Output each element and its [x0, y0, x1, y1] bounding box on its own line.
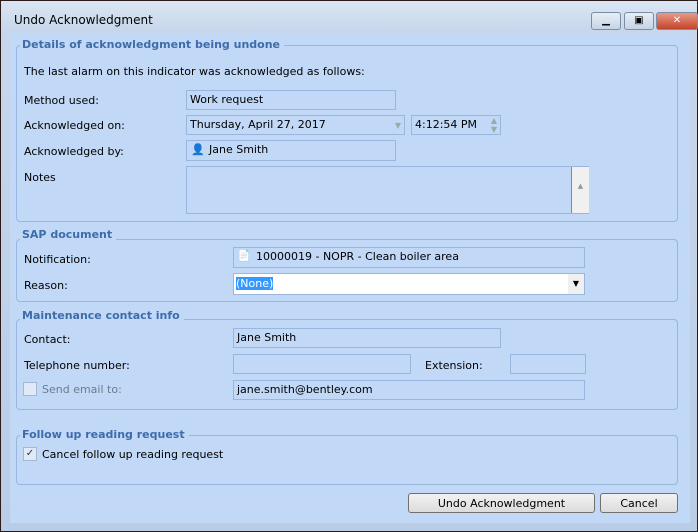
notification-label: Notification: [24, 253, 91, 266]
dialog-body: Details of acknowledgment being undone T… [10, 33, 690, 523]
extension-label: Extension: [425, 359, 483, 372]
intro-text: The last alarm on this indicator was ack… [24, 65, 365, 78]
ack-by-field: 👤 Jane Smith [186, 140, 396, 161]
followup-legend: Follow up reading request [20, 428, 189, 441]
phone-label: Telephone number: [24, 359, 130, 372]
chevron-down-icon[interactable]: ▼ [395, 121, 401, 130]
minimize-icon[interactable]: ▁ [591, 12, 621, 30]
reason-select[interactable]: (None) ▼ [233, 273, 585, 295]
cancel-followup-checkbox[interactable]: ✓ [23, 447, 37, 461]
notification-value: 10000019 - NOPR - Clean boiler area [256, 250, 459, 263]
send-email-checkbox[interactable] [23, 382, 37, 396]
user-icon: 👤 [191, 143, 205, 156]
method-label: Method used: [24, 94, 99, 107]
notes-label: Notes [24, 171, 56, 184]
cancel-followup-label: Cancel follow up reading request [42, 448, 224, 461]
sap-legend: SAP document [20, 228, 117, 241]
notes-textarea[interactable] [186, 166, 589, 214]
time-value: 4:12:54 PM [415, 118, 478, 131]
document-icon: 📄 [237, 249, 251, 262]
extension-field[interactable] [510, 354, 586, 374]
notes-scrollbar[interactable]: ▲ [571, 167, 589, 213]
spin-icon[interactable]: ▲ ▼ [491, 116, 497, 134]
reason-value: (None) [236, 277, 274, 290]
method-field: Work request [186, 90, 396, 110]
contact-label: Contact: [24, 333, 71, 346]
close-icon[interactable]: ✕ [656, 12, 698, 30]
date-value: Thursday, April 27, 2017 [190, 118, 326, 131]
phone-field[interactable] [233, 354, 411, 374]
contact-legend: Maintenance contact info [20, 309, 184, 322]
send-email-label: Send email to: [42, 383, 122, 396]
ack-by-label: Acknowledged by: [24, 145, 124, 158]
time-picker[interactable]: 4:12:54 PM ▲ ▼ [411, 115, 501, 135]
ack-by-value: Jane Smith [209, 143, 269, 156]
date-picker[interactable]: Thursday, April 27, 2017 ▼ [186, 115, 405, 135]
ack-on-label: Acknowledged on: [24, 119, 125, 132]
contact-field: Jane Smith [233, 328, 501, 348]
undo-acknowledgment-button[interactable]: Undo Acknowledgment [408, 493, 595, 513]
maximize-icon[interactable]: ▣ [624, 12, 654, 30]
window-title: Undo Acknowledgment [14, 13, 153, 27]
chevron-down-icon[interactable]: ▼ [568, 274, 584, 294]
notification-field: 📄 10000019 - NOPR - Clean boiler area [233, 247, 585, 268]
reason-label: Reason: [24, 279, 68, 292]
email-field[interactable]: jane.smith@bentley.com [233, 380, 585, 400]
undo-acknowledgment-dialog: Undo Acknowledgment ▁ ▣ ✕ Details of ack… [0, 0, 698, 532]
details-legend: Details of acknowledgment being undone [20, 38, 285, 51]
cancel-button[interactable]: Cancel [600, 493, 678, 513]
